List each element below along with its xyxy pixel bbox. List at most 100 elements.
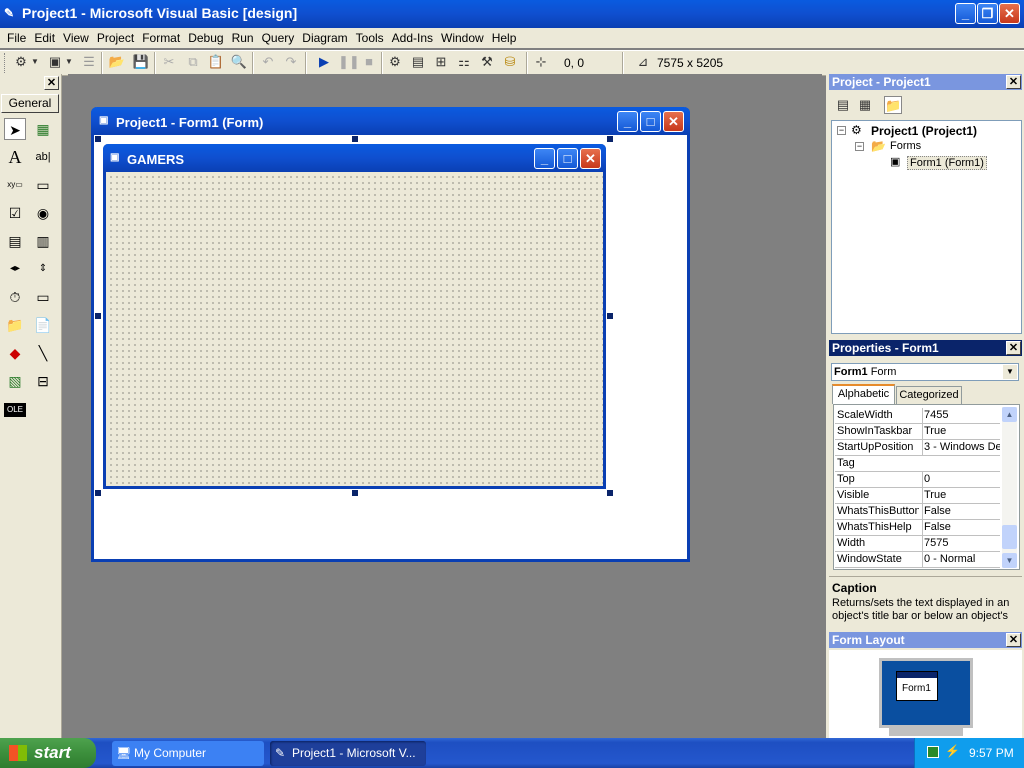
property-value[interactable]: False: [922, 520, 1000, 535]
tree-form1-item[interactable]: Form1 (Form1): [907, 156, 987, 170]
add-form-icon[interactable]: ▣: [46, 53, 64, 71]
menu-diagram[interactable]: Diagram: [298, 29, 351, 47]
pointer-icon[interactable]: ➤: [4, 118, 26, 140]
listbox-icon[interactable]: ▥: [32, 230, 54, 252]
form1-maximize-button[interactable]: □: [557, 148, 578, 169]
properties-panel-close-button[interactable]: ✕: [1006, 341, 1021, 355]
view-object-icon[interactable]: ▦: [856, 96, 874, 114]
view-code-icon[interactable]: ▤: [834, 96, 852, 114]
cut-icon[interactable]: ✂: [160, 53, 178, 71]
menu-edit[interactable]: Edit: [30, 29, 59, 47]
toolbar-grip[interactable]: [4, 53, 7, 73]
property-scrollbar[interactable]: ▲ ▼: [1002, 407, 1017, 568]
taskbar-my-computer[interactable]: 🖥 My Computer: [112, 741, 264, 766]
property-row[interactable]: WhatsThisButton False: [835, 504, 1000, 520]
line-icon[interactable]: ╲: [32, 342, 54, 364]
form1-close-button[interactable]: ✕: [580, 148, 601, 169]
form1-design-surface[interactable]: ▣ GAMERS _ □ ✕: [103, 144, 606, 489]
expand-icon[interactable]: −: [855, 142, 864, 151]
property-value[interactable]: True: [922, 424, 1000, 439]
data-icon[interactable]: ⊟: [32, 370, 54, 392]
property-value[interactable]: 0 - Normal: [922, 552, 1000, 567]
designer-close-button[interactable]: ✕: [663, 111, 684, 132]
property-row[interactable]: ShowInTaskbar True: [835, 424, 1000, 440]
properties-window-icon[interactable]: ▤: [409, 53, 427, 71]
toolbox-tab-general[interactable]: General: [1, 94, 59, 113]
menu-debug[interactable]: Debug: [184, 29, 227, 47]
image-icon[interactable]: ▧: [4, 370, 26, 392]
menu-help[interactable]: Help: [488, 29, 521, 47]
property-value[interactable]: 0: [922, 472, 1000, 487]
taskbar-vb-project[interactable]: ✎ Project1 - Microsoft V...: [270, 741, 426, 766]
resize-handle[interactable]: [607, 490, 613, 496]
property-row[interactable]: WindowState 0 - Normal: [835, 552, 1000, 568]
add-project-icon[interactable]: ⚙: [12, 53, 30, 71]
resize-handle[interactable]: [95, 136, 101, 142]
form1-minimize-button[interactable]: _: [534, 148, 555, 169]
minimize-button[interactable]: _: [955, 3, 976, 24]
timer-icon[interactable]: ⏱: [4, 286, 26, 308]
resize-handle[interactable]: [352, 490, 358, 496]
project-explorer-icon[interactable]: ⚙: [386, 53, 404, 71]
ole-icon[interactable]: OLE: [4, 403, 26, 417]
menu-addins[interactable]: Add-Ins: [388, 29, 437, 47]
menu-format[interactable]: Format: [138, 29, 184, 47]
restore-button[interactable]: ❐: [977, 3, 998, 24]
property-row[interactable]: Top 0: [835, 472, 1000, 488]
property-value[interactable]: True: [922, 488, 1000, 503]
resize-handle[interactable]: [95, 490, 101, 496]
paste-icon[interactable]: 📋: [207, 53, 225, 71]
designer-maximize-button[interactable]: □: [640, 111, 661, 132]
main-title-bar[interactable]: ✎ Project1 - Microsoft Visual Basic [des…: [0, 0, 1024, 28]
project-panel-title[interactable]: Project - Project1: [829, 74, 1022, 90]
break-icon[interactable]: ❚❚: [338, 53, 360, 71]
end-icon[interactable]: ■: [360, 53, 378, 71]
dropdown-arrow-icon[interactable]: ▼: [30, 53, 40, 71]
resize-handle[interactable]: [607, 136, 613, 142]
data-view-icon[interactable]: ⛁: [501, 53, 519, 71]
property-value[interactable]: 3 - Windows Def: [922, 440, 1000, 455]
property-row[interactable]: Width 7575: [835, 536, 1000, 552]
commandbutton-icon[interactable]: ▭: [32, 174, 54, 196]
menu-run[interactable]: Run: [228, 29, 258, 47]
frame-icon[interactable]: xy▭: [4, 174, 26, 196]
start-icon[interactable]: ▶: [315, 53, 333, 71]
property-row[interactable]: ScaleWidth 7455: [835, 408, 1000, 424]
tray-app-icon[interactable]: [927, 746, 939, 758]
checkbox-icon[interactable]: ☑: [4, 202, 26, 224]
toggle-folders-icon[interactable]: 📁: [884, 96, 902, 114]
properties-panel-title[interactable]: Properties - Form1: [829, 340, 1022, 356]
drivelistbox-icon[interactable]: ▭: [32, 286, 54, 308]
optionbutton-icon[interactable]: ◉: [32, 202, 54, 224]
form-layout-preview[interactable]: Form1: [896, 671, 938, 701]
close-button[interactable]: ✕: [999, 3, 1020, 24]
resize-handle[interactable]: [352, 136, 358, 142]
open-project-icon[interactable]: 📂: [108, 53, 126, 71]
vscrollbar-icon[interactable]: ⇕: [32, 258, 54, 280]
undo-icon[interactable]: ↶: [259, 53, 277, 71]
project-panel-close-button[interactable]: ✕: [1006, 75, 1021, 89]
property-row[interactable]: WhatsThisHelp False: [835, 520, 1000, 536]
property-value[interactable]: False: [922, 504, 1000, 519]
menu-project[interactable]: Project: [93, 29, 138, 47]
network-icon[interactable]: ⚡: [945, 744, 960, 758]
form-layout-title[interactable]: Form Layout: [829, 632, 1022, 648]
scroll-up-icon[interactable]: ▲: [1002, 407, 1017, 422]
tab-alphabetic[interactable]: Alphabetic: [832, 384, 895, 404]
combobox-icon[interactable]: ▤: [4, 230, 26, 252]
menu-file[interactable]: File: [3, 29, 30, 47]
copy-icon[interactable]: ⧉: [184, 53, 202, 71]
menu-window[interactable]: Window: [437, 29, 488, 47]
filelistbox-icon[interactable]: 📄: [32, 314, 54, 336]
form-layout-close-button[interactable]: ✕: [1006, 633, 1021, 647]
label-icon[interactable]: A: [4, 146, 26, 168]
tree-project-root[interactable]: Project1 (Project1): [871, 124, 977, 138]
toolbox-close-button[interactable]: ✕: [44, 76, 59, 90]
dropdown-arrow-icon[interactable]: ▼: [64, 53, 74, 71]
property-row[interactable]: Visible True: [835, 488, 1000, 504]
scroll-thumb[interactable]: [1002, 525, 1017, 549]
object-selector-dropdown[interactable]: Form1 Form ▼: [831, 363, 1019, 381]
menu-tools[interactable]: Tools: [352, 29, 388, 47]
expand-icon[interactable]: −: [837, 126, 846, 135]
start-button[interactable]: start: [0, 738, 96, 768]
